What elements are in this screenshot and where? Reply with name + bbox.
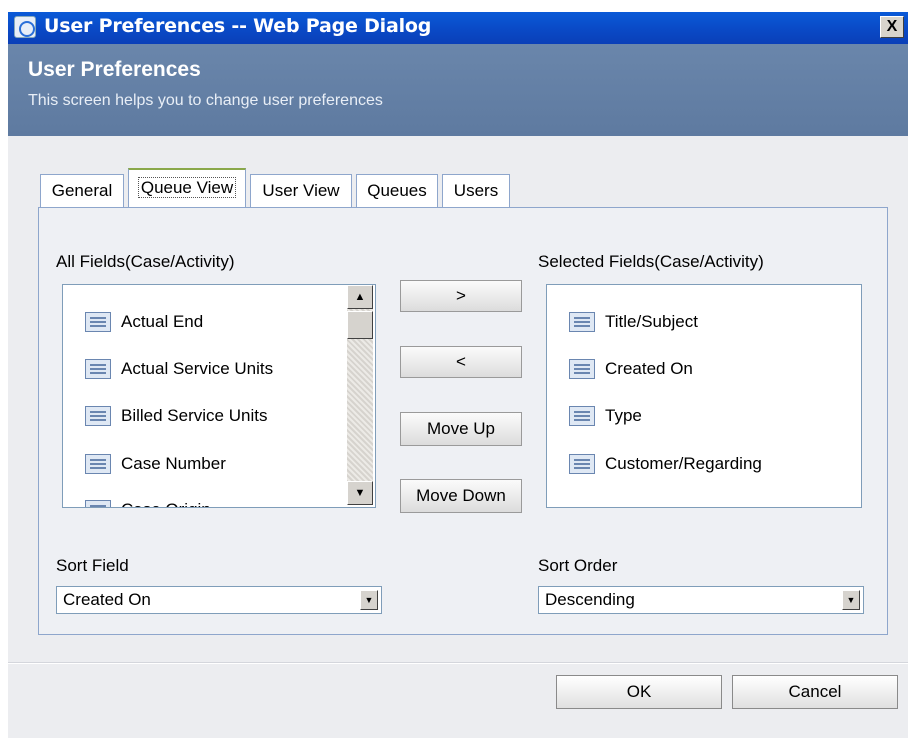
tab-queue-view[interactable]: Queue View	[128, 168, 246, 208]
document-list-icon	[85, 312, 111, 332]
list-item[interactable]: Actual Service Units	[85, 356, 273, 382]
ie-window-icon	[14, 16, 36, 38]
scroll-up-arrow-icon[interactable]: ▲	[347, 285, 373, 309]
close-button[interactable]: X	[880, 16, 904, 38]
all-fields-label: All Fields(Case/Activity)	[56, 252, 235, 271]
list-item[interactable]: Case Number	[85, 451, 226, 477]
list-item-label: Created On	[605, 359, 693, 378]
tab-users[interactable]: Users	[442, 174, 510, 208]
tab-user-view[interactable]: User View	[250, 174, 352, 208]
list-item[interactable]: Type	[569, 403, 642, 429]
all-fields-listbox[interactable]: Actual End Actual Service Units Billed S…	[62, 284, 376, 508]
list-item-label: Actual End	[121, 312, 204, 331]
list-item-label: Customer/Regarding	[605, 454, 762, 473]
page-title: User Preferences	[28, 58, 201, 81]
document-list-icon	[569, 406, 595, 426]
document-list-icon	[85, 359, 111, 379]
list-item[interactable]: Actual End	[85, 309, 203, 335]
scrollbar-thumb[interactable]	[347, 311, 373, 339]
selected-fields-label: Selected Fields(Case/Activity)	[538, 252, 764, 271]
list-item[interactable]: Title/Subject	[569, 309, 698, 335]
list-item[interactable]: Customer/Regarding	[569, 451, 762, 477]
sort-field-select[interactable]: Created On ▼	[56, 586, 382, 614]
list-item[interactable]: Created On	[569, 356, 693, 382]
tab-general[interactable]: General	[40, 174, 124, 208]
document-list-icon	[85, 406, 111, 426]
remove-field-button[interactable]: <	[400, 346, 522, 378]
document-list-icon	[569, 359, 595, 379]
scroll-down-arrow-icon[interactable]: ▼	[347, 481, 373, 505]
list-item-label: Actual Service Units	[121, 359, 274, 378]
footer-divider	[8, 662, 908, 664]
sort-order-label: Sort Order	[538, 556, 618, 575]
cancel-button[interactable]: Cancel	[732, 675, 898, 709]
add-field-button[interactable]: >	[400, 280, 522, 312]
chevron-down-icon[interactable]: ▼	[360, 590, 378, 610]
move-down-button[interactable]: Move Down	[400, 479, 522, 513]
document-list-icon	[85, 454, 111, 474]
document-list-icon	[569, 454, 595, 474]
list-item[interactable]: Billed Service Units	[85, 403, 267, 429]
move-up-button[interactable]: Move Up	[400, 412, 522, 446]
ok-button[interactable]: OK	[556, 675, 722, 709]
sort-field-value: Created On	[63, 590, 151, 609]
window-title: User Preferences -- Web Page Dialog	[44, 15, 432, 37]
list-item-label: Case Number	[121, 454, 226, 473]
sort-order-select[interactable]: Descending ▼	[538, 586, 864, 614]
sort-field-label: Sort Field	[56, 556, 129, 575]
page-subtitle: This screen helps you to change user pre…	[28, 92, 383, 109]
tab-queues[interactable]: Queues	[356, 174, 438, 208]
list-item-label: Billed Service Units	[121, 406, 268, 425]
list-item-label: Case Origin	[121, 500, 211, 507]
all-fields-scrollbar[interactable]: ▲ ▼	[347, 285, 373, 505]
document-list-icon	[569, 312, 595, 332]
list-item-label: Title/Subject	[605, 312, 698, 331]
selected-fields-listbox[interactable]: Title/Subject Created On Type Customer/R…	[546, 284, 862, 508]
document-list-icon	[85, 500, 111, 507]
tab-queue-view-label: Queue View	[137, 177, 237, 198]
sort-order-value: Descending	[545, 590, 635, 609]
chevron-down-icon[interactable]: ▼	[842, 590, 860, 610]
list-item-label: Type	[605, 406, 642, 425]
dialog-header: User Preferences This screen helps you t…	[8, 44, 908, 136]
list-item[interactable]: Case Origin	[85, 497, 211, 507]
title-bar: User Preferences -- Web Page Dialog X	[0, 0, 908, 46]
